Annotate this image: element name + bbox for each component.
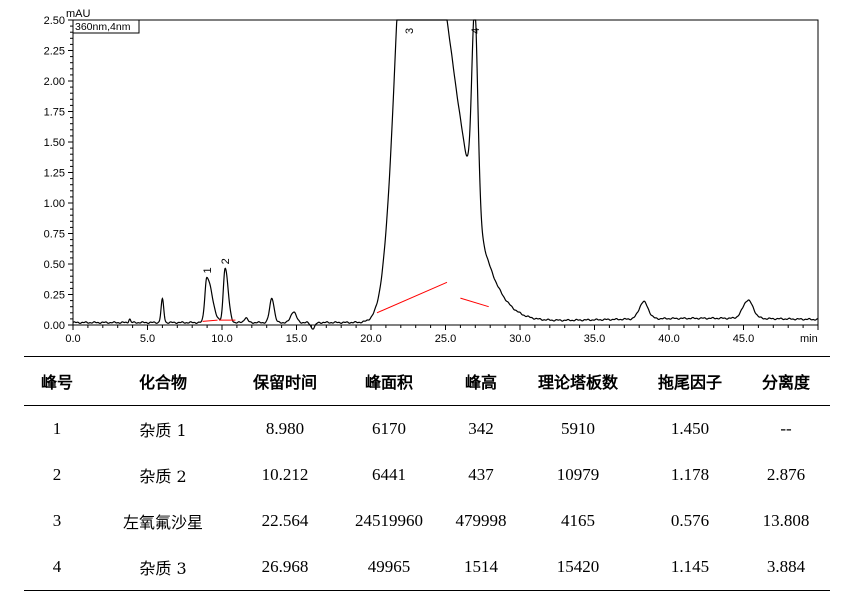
cell-tailing-factor: 1.145 bbox=[638, 544, 742, 591]
chromatogram-chart: 0.0 5.0 10.0 15.0 20.0 25.0 30.0 35.0 40.0 45.0 0.… bbox=[44, 8, 819, 345]
cell-tailing-factor: 0.576 bbox=[670, 511, 710, 530]
peak-table: 峰号 化合物 保留时间 峰面积 峰高 理论塔板数 拖尾因子 分离度 1 杂质 1… bbox=[24, 356, 830, 591]
table-row: 1 杂质 1 8.980 6170 342 5910 1.450 -- bbox=[24, 406, 830, 453]
header-compound: 化合物 bbox=[90, 356, 236, 406]
x-tick-label: 15.0 bbox=[286, 333, 307, 345]
integration-baseline bbox=[460, 297, 489, 308]
header-resolution: 分离度 bbox=[742, 356, 830, 406]
peak-label: 3 bbox=[404, 28, 416, 34]
x-tick-label: 35.0 bbox=[584, 333, 605, 345]
header-retention-time: 保留时间 bbox=[236, 356, 334, 406]
cell-resolution: 13.808 bbox=[762, 511, 810, 530]
x-tick-label: 5.0 bbox=[140, 333, 155, 345]
integration-baseline bbox=[376, 281, 448, 314]
cell-peak-height: 342 bbox=[468, 419, 494, 438]
y-tick-label: 0.50 bbox=[44, 259, 65, 271]
y-axis-unit: mAU bbox=[66, 8, 91, 20]
peak-label: 4 bbox=[470, 28, 482, 34]
cell-peak-no: 3 bbox=[52, 511, 62, 530]
cell-compound: 杂质 2 bbox=[139, 467, 187, 486]
cell-compound: 杂质 1 bbox=[139, 421, 187, 440]
cell-resolution: 2.876 bbox=[766, 465, 806, 484]
x-tick-label: 30.0 bbox=[509, 333, 530, 345]
peak-label: 2 bbox=[220, 258, 232, 264]
cell-theoretical-plates: 15420 bbox=[518, 544, 638, 591]
cell-peak-area: 49965 bbox=[334, 544, 444, 591]
cell-peak-area: 6170 bbox=[372, 419, 406, 438]
y-tick-label: 0.00 bbox=[44, 320, 65, 332]
cell-retention-time: 22.564 bbox=[261, 511, 309, 530]
y-tick-label: 0.75 bbox=[44, 229, 65, 241]
y-tick-label: 2.50 bbox=[44, 15, 65, 27]
header-theoretical-plates: 理论塔板数 bbox=[518, 356, 638, 406]
cell-theoretical-plates: 5910 bbox=[561, 419, 595, 438]
detector-label: 360nm,4nm bbox=[75, 21, 131, 33]
cell-resolution: 3.884 bbox=[742, 544, 830, 591]
table-row: 3 左氧氟沙星 22.564 24519960 479998 4165 0.57… bbox=[24, 498, 830, 544]
cell-peak-height: 1514 bbox=[444, 544, 518, 591]
cell-peak-no: 2 bbox=[52, 465, 62, 484]
cell-peak-no: 1 bbox=[52, 419, 62, 438]
y-tick-label: 1.25 bbox=[44, 168, 65, 180]
peak-table-wrap: 峰号 化合物 保留时间 峰面积 峰高 理论塔板数 拖尾因子 分离度 1 杂质 1… bbox=[24, 356, 830, 591]
cell-retention-time: 26.968 bbox=[236, 544, 334, 591]
cell-tailing-factor: 1.450 bbox=[670, 419, 710, 438]
x-tick-label: 0.0 bbox=[65, 333, 80, 345]
y-tick-label: 2.25 bbox=[44, 46, 65, 58]
baseline-layer bbox=[202, 281, 489, 322]
header-peak-area: 峰面积 bbox=[334, 356, 444, 406]
peak-label: 1 bbox=[202, 267, 214, 273]
cell-peak-height: 437 bbox=[468, 465, 494, 484]
cell-compound: 杂质 3 bbox=[90, 544, 236, 591]
x-tick-label: 20.0 bbox=[360, 333, 381, 345]
y-tick-label: 1.75 bbox=[44, 107, 65, 119]
axis-ticks: 0.0 5.0 10.0 15.0 20.0 25.0 30.0 35.0 40.0 45.0 0.… bbox=[44, 15, 819, 345]
cell-retention-time: 10.212 bbox=[261, 465, 309, 484]
cell-retention-time: 8.980 bbox=[265, 419, 305, 438]
y-tick-label: 2.00 bbox=[44, 76, 65, 88]
x-axis-unit: min bbox=[800, 333, 818, 345]
peak-label-layer: 12 3 4 bbox=[202, 28, 482, 274]
cell-peak-area: 24519960 bbox=[355, 511, 423, 530]
table-header-row: 峰号 化合物 保留时间 峰面积 峰高 理论塔板数 拖尾因子 分离度 bbox=[24, 356, 830, 406]
table-row: 4 杂质 3 26.968 49965 1514 15420 1.145 3.8… bbox=[24, 544, 830, 591]
cell-peak-height: 479998 bbox=[455, 511, 507, 530]
x-tick-label: 40.0 bbox=[658, 333, 679, 345]
cell-compound: 左氧氟沙星 bbox=[122, 513, 203, 532]
cell-peak-area: 6441 bbox=[372, 465, 406, 484]
x-tick-label: 10.0 bbox=[211, 333, 232, 345]
cell-peak-no: 4 bbox=[24, 544, 90, 591]
cell-theoretical-plates: 4165 bbox=[561, 511, 595, 530]
cell-theoretical-plates: 10979 bbox=[556, 465, 600, 484]
y-tick-label: 1.00 bbox=[44, 198, 65, 210]
integration-baseline bbox=[202, 319, 218, 322]
cell-tailing-factor: 1.178 bbox=[670, 465, 710, 484]
table-row: 2 杂质 2 10.212 6441 437 10979 1.178 2.876 bbox=[24, 452, 830, 498]
cell-resolution: -- bbox=[780, 419, 792, 438]
y-tick-label: 0.25 bbox=[44, 290, 65, 302]
plot-frame bbox=[72, 19, 819, 326]
x-tick-label: 25.0 bbox=[435, 333, 456, 345]
header-peak-height: 峰高 bbox=[444, 356, 518, 406]
header-peak-no: 峰号 bbox=[24, 356, 90, 406]
x-tick-label: 45.0 bbox=[733, 333, 754, 345]
header-tailing-factor: 拖尾因子 bbox=[638, 356, 742, 406]
y-tick-label: 1.50 bbox=[44, 137, 65, 149]
